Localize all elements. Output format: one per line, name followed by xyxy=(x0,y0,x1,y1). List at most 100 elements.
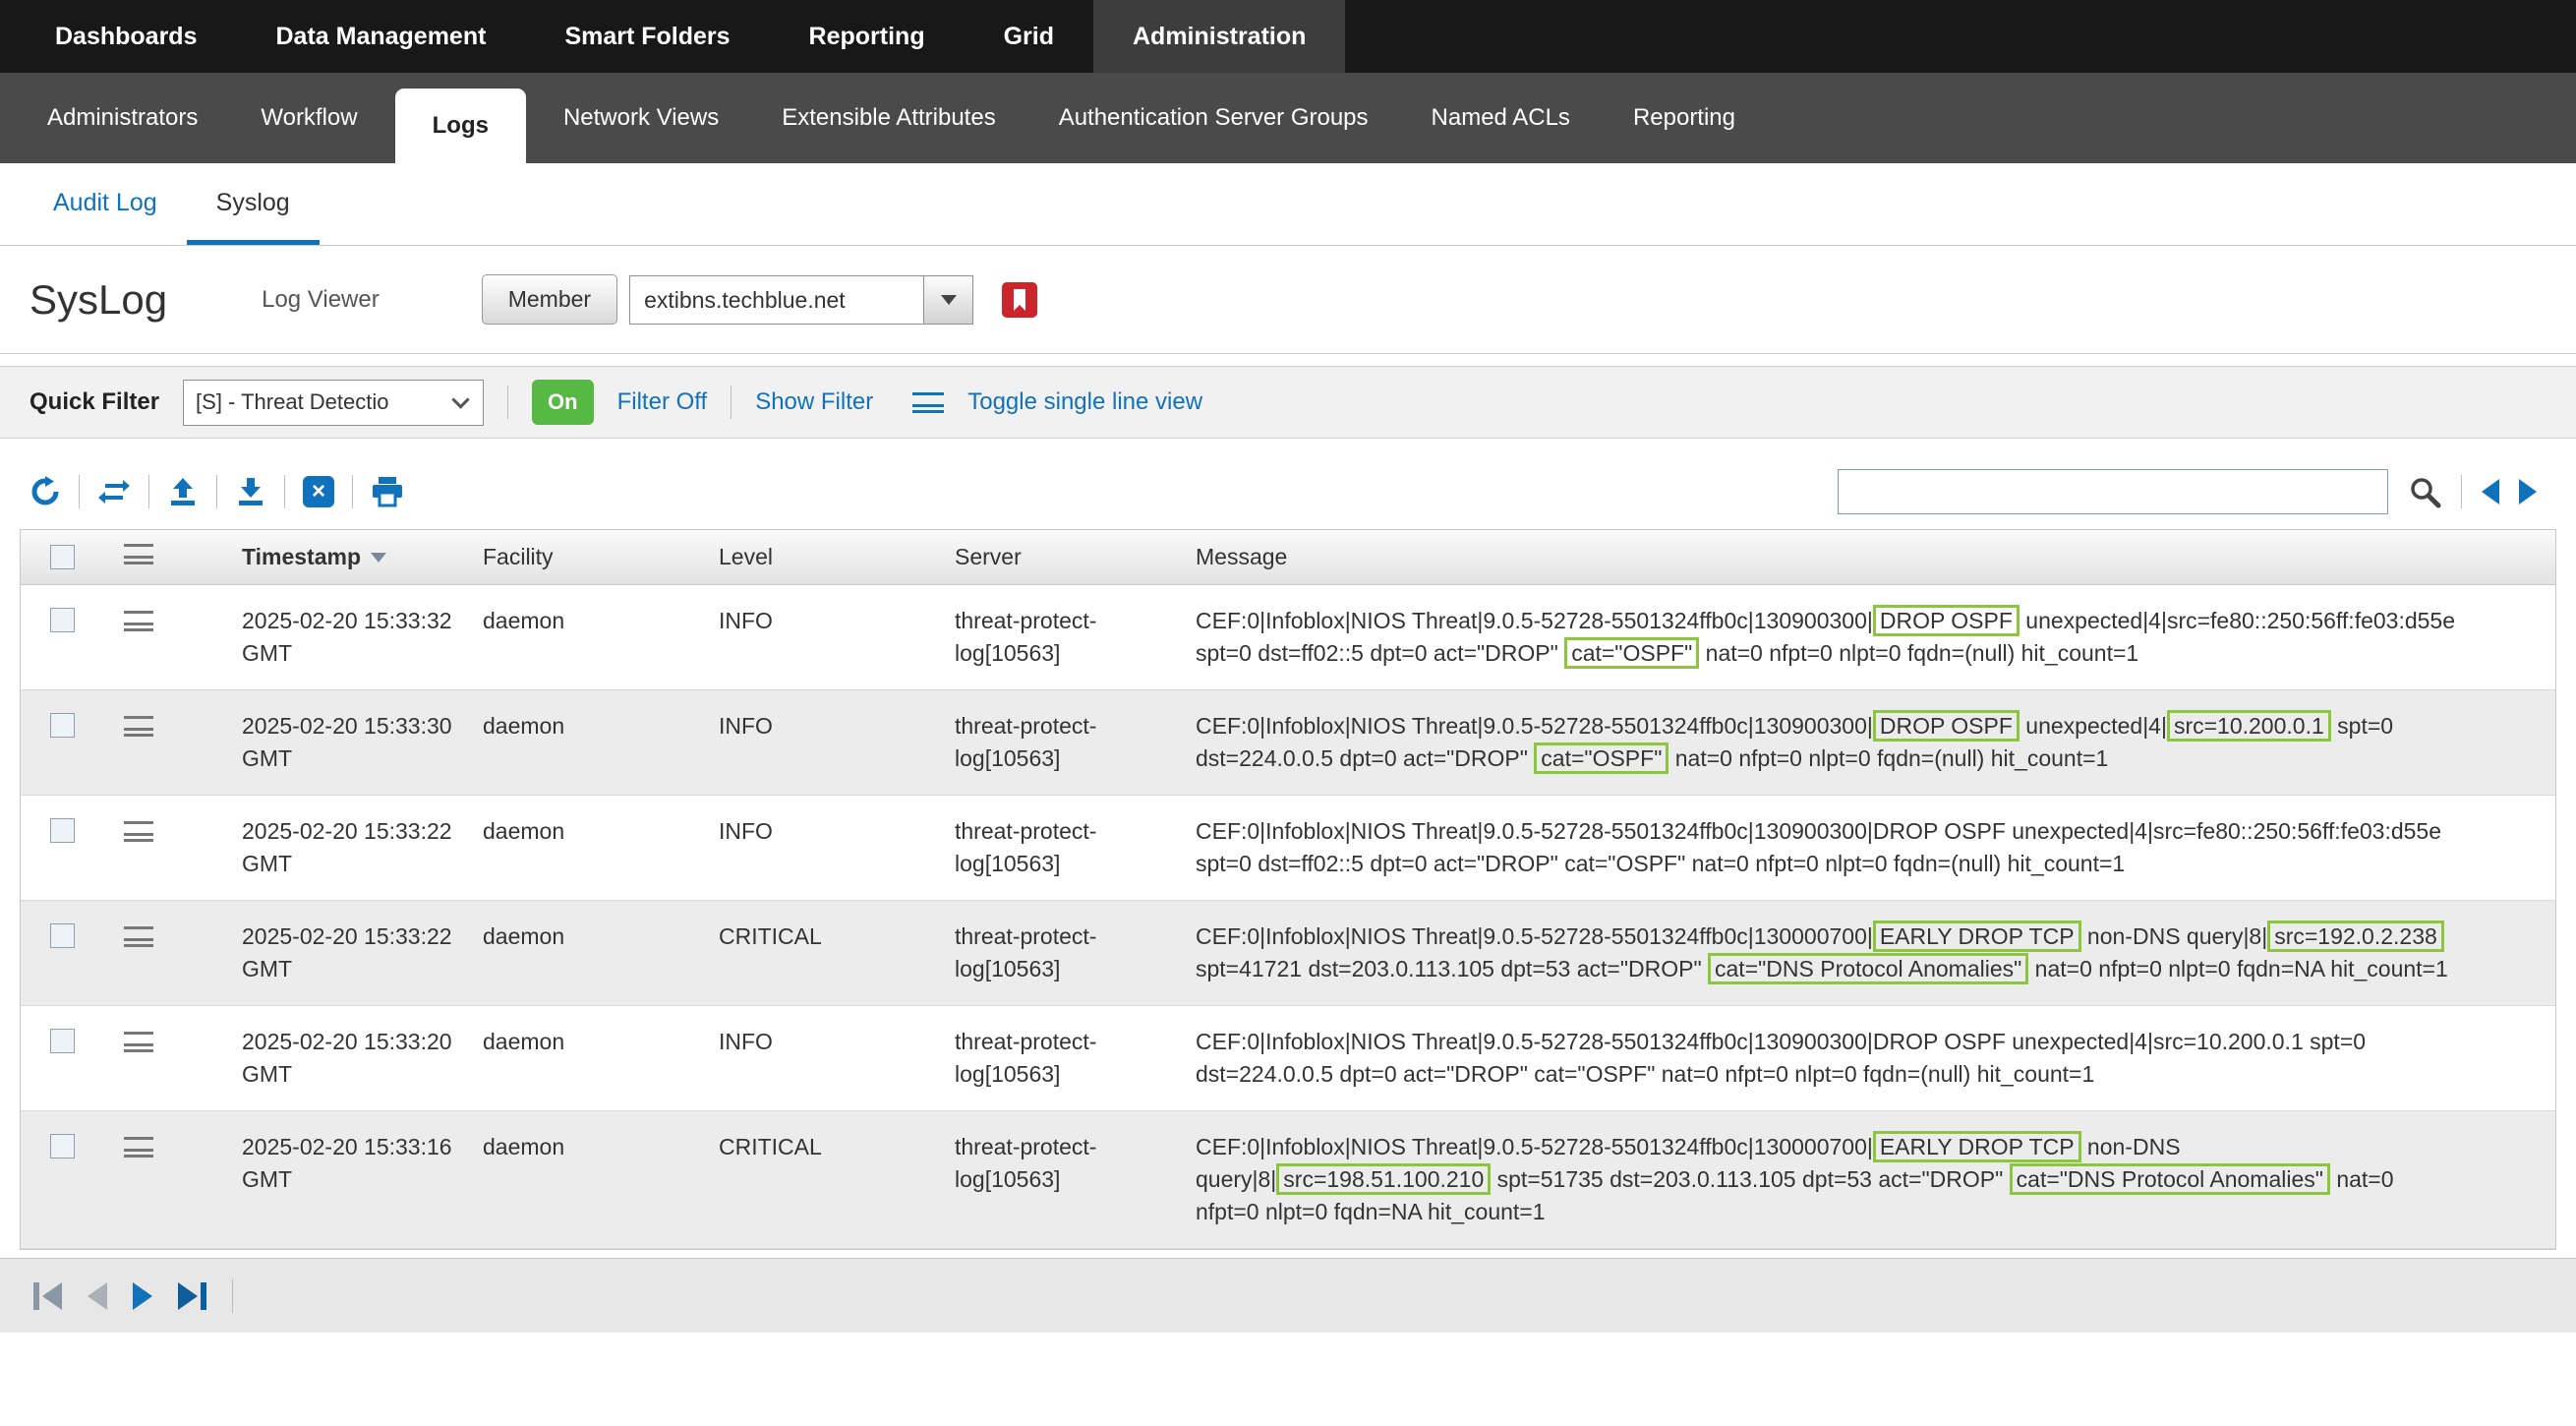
quick-filter-value: [S] - Threat Detectio xyxy=(196,389,388,415)
divider xyxy=(79,475,80,508)
row-menu-icon[interactable] xyxy=(124,821,153,842)
page-subtitle: Log Viewer xyxy=(262,286,380,314)
bookmark-icon[interactable] xyxy=(1001,281,1038,319)
cell-level: INFO xyxy=(689,710,925,743)
chevron-down-icon xyxy=(451,390,469,408)
nav-reporting[interactable]: Reporting xyxy=(770,0,965,73)
member-button[interactable]: Member xyxy=(482,274,617,325)
message-text: nat=0 nfpt=0 nlpt=0 fqdn=NA hit_count=1 xyxy=(2028,956,2448,981)
toggle-single-line-link[interactable]: Toggle single line view xyxy=(967,388,1202,416)
cell-timestamp: 2025-02-20 15:33:32 GMT xyxy=(212,605,453,670)
print-icon[interactable] xyxy=(371,476,404,507)
row-checkbox[interactable] xyxy=(50,923,75,948)
quick-filter-select[interactable]: [S] - Threat Detectio xyxy=(183,380,484,426)
member-dropdown-button[interactable] xyxy=(924,275,973,325)
message-text: CEF:0|Infoblox|NIOS Threat|9.0.5-52728-5… xyxy=(1196,1134,1873,1159)
table-row[interactable]: 2025-02-20 15:33:22 GMT daemon INFO thre… xyxy=(21,796,2555,901)
table-row[interactable]: 2025-02-20 15:33:30 GMT daemon INFO thre… xyxy=(21,690,2555,796)
tab-syslog[interactable]: Syslog xyxy=(187,163,320,245)
cell-message: CEF:0|Infoblox|NIOS Threat|9.0.5-52728-5… xyxy=(1166,605,2555,670)
clear-icon[interactable]: × xyxy=(303,476,334,507)
cell-level: INFO xyxy=(689,1026,925,1058)
row-menu-icon[interactable] xyxy=(124,611,153,631)
page-header: SysLog Log Viewer Member extibns.techblu… xyxy=(0,246,2576,354)
table-row[interactable]: 2025-02-20 15:33:22 GMT daemon CRITICAL … xyxy=(21,901,2555,1006)
message-text: CEF:0|Infoblox|NIOS Threat|9.0.5-52728-5… xyxy=(1196,1029,2366,1087)
message-text: spt=51735 dst=203.0.113.105 dpt=53 act="… xyxy=(1491,1166,2009,1192)
select-all-checkbox[interactable] xyxy=(50,545,75,569)
tab-audit-log[interactable]: Audit Log xyxy=(24,163,187,245)
nav-data-management[interactable]: Data Management xyxy=(236,0,525,73)
nav-grid[interactable]: Grid xyxy=(965,0,1093,73)
previous-page-icon[interactable] xyxy=(88,1282,107,1310)
table-header: Timestamp Facility Level Server Message xyxy=(21,530,2555,585)
row-menu-icon[interactable] xyxy=(124,926,153,947)
first-page-icon[interactable] xyxy=(33,1282,62,1310)
member-combobox: extibns.techblue.net xyxy=(629,275,973,325)
subnav-auth-server-groups[interactable]: Authentication Server Groups xyxy=(1027,73,1400,163)
table-row[interactable]: 2025-02-20 15:33:20 GMT daemon INFO thre… xyxy=(21,1006,2555,1111)
upload-icon[interactable] xyxy=(167,476,199,507)
row-checkbox[interactable] xyxy=(50,818,75,843)
cell-server: threat-protect-log[10563] xyxy=(925,1026,1166,1091)
message-text: nat=0 nfpt=0 nlpt=0 fqdn=(null) hit_coun… xyxy=(1669,745,2108,771)
cell-server: threat-protect-log[10563] xyxy=(925,710,1166,775)
row-checkbox[interactable] xyxy=(50,1029,75,1053)
column-header-level[interactable]: Level xyxy=(689,544,925,570)
message-text: non-DNS query|8| xyxy=(2081,923,2268,949)
flip-replication-icon[interactable] xyxy=(97,477,131,506)
nav-administration[interactable]: Administration xyxy=(1093,0,1345,73)
pagination-bar xyxy=(0,1258,2576,1333)
subnav-named-acls[interactable]: Named ACLs xyxy=(1400,73,1602,163)
divider xyxy=(507,386,508,419)
row-menu-icon[interactable] xyxy=(124,716,153,737)
message-highlight: cat="OSPF" xyxy=(1534,743,1669,774)
admin-sub-nav: Administrators Workflow Logs Network Vie… xyxy=(0,73,2576,163)
subnav-reporting[interactable]: Reporting xyxy=(1602,73,1767,163)
cell-message: CEF:0|Infoblox|NIOS Threat|9.0.5-52728-5… xyxy=(1166,710,2555,775)
last-page-icon[interactable] xyxy=(178,1282,206,1310)
column-header-message[interactable]: Message xyxy=(1166,544,2555,570)
filter-off-link[interactable]: Filter Off xyxy=(617,388,708,416)
member-value[interactable]: extibns.techblue.net xyxy=(629,275,924,325)
page-back-icon[interactable] xyxy=(2482,479,2499,505)
page-forward-icon[interactable] xyxy=(2519,479,2537,505)
download-icon[interactable] xyxy=(235,476,266,507)
search-icon[interactable] xyxy=(2408,475,2441,508)
column-header-server[interactable]: Server xyxy=(925,544,1166,570)
message-text: CEF:0|Infoblox|NIOS Threat|9.0.5-52728-5… xyxy=(1196,713,1873,739)
message-highlight: EARLY DROP TCP xyxy=(1873,1131,2081,1162)
nav-smart-folders[interactable]: Smart Folders xyxy=(525,0,769,73)
row-checkbox[interactable] xyxy=(50,608,75,632)
cell-timestamp: 2025-02-20 15:33:16 GMT xyxy=(212,1131,453,1196)
subnav-workflow[interactable]: Workflow xyxy=(229,73,388,163)
filter-on-toggle[interactable]: On xyxy=(532,380,594,425)
column-header-facility[interactable]: Facility xyxy=(453,544,689,570)
search-input[interactable] xyxy=(1838,469,2388,514)
message-text: CEF:0|Infoblox|NIOS Threat|9.0.5-52728-5… xyxy=(1196,818,2441,876)
nav-dashboards[interactable]: Dashboards xyxy=(16,0,236,73)
divider xyxy=(216,475,217,508)
row-checkbox[interactable] xyxy=(50,713,75,738)
subnav-extensible-attributes[interactable]: Extensible Attributes xyxy=(750,73,1026,163)
refresh-icon[interactable] xyxy=(29,476,61,507)
subnav-logs[interactable]: Logs xyxy=(395,89,526,163)
subnav-administrators[interactable]: Administrators xyxy=(16,73,229,163)
cell-facility: daemon xyxy=(453,605,689,637)
log-tabs: Audit Log Syslog xyxy=(0,163,2576,246)
single-line-view-icon[interactable] xyxy=(912,392,944,413)
cell-timestamp: 2025-02-20 15:33:22 GMT xyxy=(212,815,453,880)
column-menu-icon[interactable] xyxy=(124,544,153,564)
divider xyxy=(2461,475,2462,508)
column-header-timestamp[interactable]: Timestamp xyxy=(212,544,453,570)
message-highlight: src=198.51.100.210 xyxy=(1276,1163,1491,1195)
table-row[interactable]: 2025-02-20 15:33:32 GMT daemon INFO thre… xyxy=(21,585,2555,690)
row-menu-icon[interactable] xyxy=(124,1137,153,1158)
row-checkbox[interactable] xyxy=(50,1134,75,1159)
table-row[interactable]: 2025-02-20 15:33:16 GMT daemon CRITICAL … xyxy=(21,1111,2555,1249)
quick-filter-label: Quick Filter xyxy=(29,388,159,416)
show-filter-link[interactable]: Show Filter xyxy=(755,388,873,416)
subnav-network-views[interactable]: Network Views xyxy=(532,73,750,163)
row-menu-icon[interactable] xyxy=(124,1032,153,1052)
next-page-icon[interactable] xyxy=(133,1282,152,1310)
